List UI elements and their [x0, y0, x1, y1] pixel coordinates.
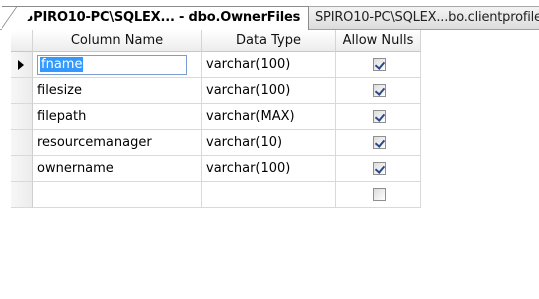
row-selector[interactable]: [11, 78, 33, 104]
column-name-cell[interactable]: fname: [33, 52, 202, 78]
allow-nulls-cell: [336, 182, 421, 208]
data-type-text: varchar(10): [206, 135, 283, 150]
tab-label: SPIRO10-PC\SQLEX... - dbo.OwnerFiles: [24, 10, 301, 25]
row-selector[interactable]: [11, 104, 33, 130]
data-type-header[interactable]: Data Type: [202, 30, 336, 52]
column-name-edit-field[interactable]: fname: [37, 55, 187, 75]
row-pointer-arrow-icon: [18, 60, 24, 70]
allow-nulls-cell: [336, 104, 421, 130]
column-name-cell[interactable]: [33, 182, 202, 208]
allow-nulls-checkbox[interactable]: [373, 188, 386, 201]
table-row[interactable]: ownername varchar(100): [11, 156, 421, 182]
table-row[interactable]: [11, 182, 421, 208]
row-selector[interactable]: [11, 52, 33, 78]
allow-nulls-checkbox[interactable]: [373, 136, 386, 149]
tab-clientprofile[interactable]: SPIRO10-PC\SQLEX...bo.clientprofile: [308, 6, 539, 29]
allow-nulls-checkbox[interactable]: [373, 84, 386, 97]
row-selector[interactable]: [11, 156, 33, 182]
data-type-text: varchar(100): [206, 83, 291, 98]
data-type-cell[interactable]: varchar(MAX): [202, 104, 336, 130]
row-selector[interactable]: [11, 182, 33, 208]
allow-nulls-cell: [336, 52, 421, 78]
data-type-cell[interactable]: [202, 182, 336, 208]
column-name-cell[interactable]: filepath: [33, 104, 202, 130]
column-name-text: filepath: [37, 109, 87, 124]
row-selector-header: [11, 30, 33, 52]
allow-nulls-cell: [336, 130, 421, 156]
data-type-cell[interactable]: varchar(100): [202, 52, 336, 78]
table-row[interactable]: filepath varchar(MAX): [11, 104, 421, 130]
table-row[interactable]: resourcemanager varchar(10): [11, 130, 421, 156]
selected-text: fname: [40, 57, 84, 72]
allow-nulls-header[interactable]: Allow Nulls: [336, 30, 421, 52]
column-name-text: resourcemanager: [37, 135, 152, 150]
table-row[interactable]: fname varchar(100): [11, 52, 421, 78]
allow-nulls-cell: [336, 156, 421, 182]
column-name-text: ownername: [37, 161, 114, 176]
column-name-cell[interactable]: filesize: [33, 78, 202, 104]
data-type-cell[interactable]: varchar(100): [202, 156, 336, 182]
column-name-header[interactable]: Column Name: [33, 30, 202, 52]
tab-label: SPIRO10-PC\SQLEX...bo.clientprofile: [315, 10, 539, 25]
row-selector[interactable]: [11, 130, 33, 156]
data-type-cell[interactable]: varchar(100): [202, 78, 336, 104]
tab-ownerfiles[interactable]: SPIRO10-PC\SQLEX... - dbo.OwnerFiles: [2, 6, 309, 30]
data-type-cell[interactable]: varchar(10): [202, 130, 336, 156]
allow-nulls-checkbox[interactable]: [373, 110, 386, 123]
allow-nulls-checkbox[interactable]: [373, 58, 386, 71]
allow-nulls-cell: [336, 78, 421, 104]
data-type-text: varchar(100): [206, 57, 291, 72]
allow-nulls-checkbox[interactable]: [373, 162, 386, 175]
column-name-cell[interactable]: resourcemanager: [33, 130, 202, 156]
column-name-text: filesize: [37, 83, 83, 98]
data-type-text: varchar(100): [206, 161, 291, 176]
document-tab-strip: SPIRO10-PC\SQLEX... - dbo.OwnerFiles SPI…: [0, 0, 539, 30]
data-type-text: varchar(MAX): [206, 109, 295, 124]
table-row[interactable]: filesize varchar(100): [11, 78, 421, 104]
column-name-cell[interactable]: ownername: [33, 156, 202, 182]
